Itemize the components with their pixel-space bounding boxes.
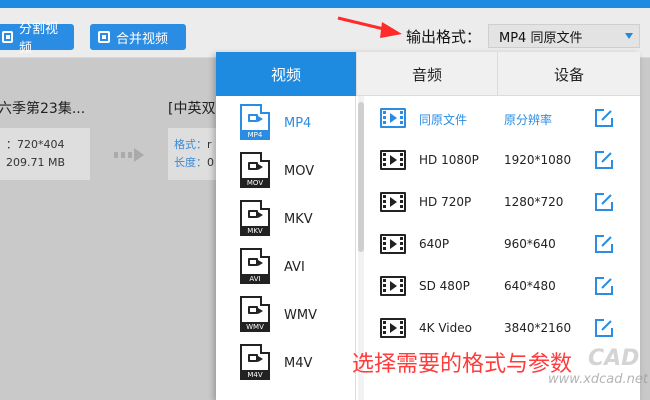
format-name: MOV (284, 164, 315, 179)
resolution-name: HD 720P (419, 195, 472, 209)
red-arrow-icon (337, 16, 402, 38)
resolution-name: 4K Video (419, 321, 472, 335)
film-icon (380, 318, 406, 338)
video-file-icon: M4V (240, 344, 270, 380)
resolution-value: 1280*720 (504, 195, 564, 209)
annotation-caption: 选择需要的格式与参数 (352, 352, 573, 377)
watermark-brand: CAD (588, 346, 640, 371)
split-icon (2, 31, 13, 43)
film-icon (380, 276, 406, 296)
format-tabs: 视频 音频 设备 (216, 52, 640, 96)
file-title-left: 六季第23集... (0, 101, 86, 117)
format-name: M4V (284, 356, 313, 371)
resolution-row[interactable]: 4K Video 3840*2160 (366, 308, 640, 350)
tab-video[interactable]: 视频 (216, 52, 357, 96)
format-item-mp4[interactable]: MP4 MP4 (216, 100, 356, 148)
edit-icon[interactable] (594, 150, 614, 170)
video-file-icon: MP4 (240, 104, 270, 140)
file-info-right: 格式：r 长度：0 (168, 128, 216, 180)
format-item-mkv[interactable]: MKV MKV (216, 196, 356, 244)
tab-device[interactable]: 设备 (498, 52, 640, 96)
resolution-name: HD 1080P (419, 153, 479, 167)
resolution-name: SD 480P (419, 279, 470, 293)
file-size: 209.71 MB (6, 156, 66, 169)
split-video-label: 分割视频 (18, 22, 58, 56)
resolution-value: 原分辨率 (504, 113, 553, 127)
resolution-value: 3840*2160 (504, 321, 572, 335)
file-title-right: [中英双 (168, 101, 216, 117)
convert-arrow-icon (114, 148, 144, 162)
format-key: 格式： (174, 138, 207, 151)
edit-icon[interactable] (594, 108, 614, 128)
resolution-name: 同原文件 (419, 113, 468, 127)
video-file-icon: MKV (240, 200, 270, 236)
video-file-icon: WMV (240, 296, 270, 332)
title-bar (0, 0, 650, 8)
resolution-row[interactable]: HD 1080P 1920*1080 (366, 140, 640, 182)
resolution-row[interactable]: 640P 960*640 (366, 224, 640, 266)
output-format-label: 输出格式： (406, 28, 482, 46)
scrollbar-thumb[interactable] (358, 102, 364, 252)
format-name: MP4 (284, 116, 312, 131)
length-key: 长度： (174, 156, 207, 169)
watermark-url: www.xdcad.net (548, 372, 648, 387)
resolution-row[interactable]: HD 720P 1280*720 (366, 182, 640, 224)
format-list: MP4 MP4 MOV MOV MKV MKV AVI AVI WMV WMV … (216, 96, 356, 400)
format-item-m4v[interactable]: M4V M4V (216, 340, 356, 388)
length-val: 0 (207, 156, 214, 169)
format-name: AVI (284, 260, 305, 275)
video-file-icon: MOV (240, 152, 270, 188)
format-val: r (207, 138, 212, 151)
film-icon (380, 150, 406, 170)
format-item-wmv[interactable]: WMV WMV (216, 292, 356, 340)
format-name: MKV (284, 212, 313, 227)
edit-icon[interactable] (594, 318, 614, 338)
format-item-avi[interactable]: AVI AVI (216, 244, 356, 292)
film-icon (380, 108, 406, 128)
edit-icon[interactable] (594, 234, 614, 254)
output-format-value: MP4 同原文件 (499, 30, 583, 46)
film-icon (380, 192, 406, 212)
film-icon (380, 234, 406, 254)
resolution-name: 640P (419, 237, 450, 251)
chevron-down-icon (625, 33, 633, 39)
merge-icon (98, 31, 110, 43)
split-video-button[interactable]: 分割视频 (0, 22, 74, 56)
format-name: WMV (284, 308, 317, 323)
video-file-icon: AVI (240, 248, 270, 284)
resolution-row[interactable]: SD 480P 640*480 (366, 266, 640, 308)
edit-icon[interactable] (594, 192, 614, 212)
edit-icon[interactable] (594, 276, 614, 296)
tab-audio[interactable]: 音频 (357, 52, 498, 96)
file-info-left: ：720*404 209.71 MB (0, 128, 90, 180)
file-resolution: ：720*404 (6, 138, 65, 151)
resolution-value: 1920*1080 (504, 153, 572, 167)
merge-video-button[interactable]: 合并视频 (90, 24, 186, 50)
output-format-select[interactable]: MP4 同原文件 (488, 24, 640, 48)
resolution-value: 960*640 (504, 237, 556, 251)
resolution-row[interactable]: 同原文件 原分辨率 (366, 98, 640, 140)
resolution-value: 640*480 (504, 279, 556, 293)
format-item-mov[interactable]: MOV MOV (216, 148, 356, 196)
merge-video-label: 合并视频 (116, 31, 169, 47)
